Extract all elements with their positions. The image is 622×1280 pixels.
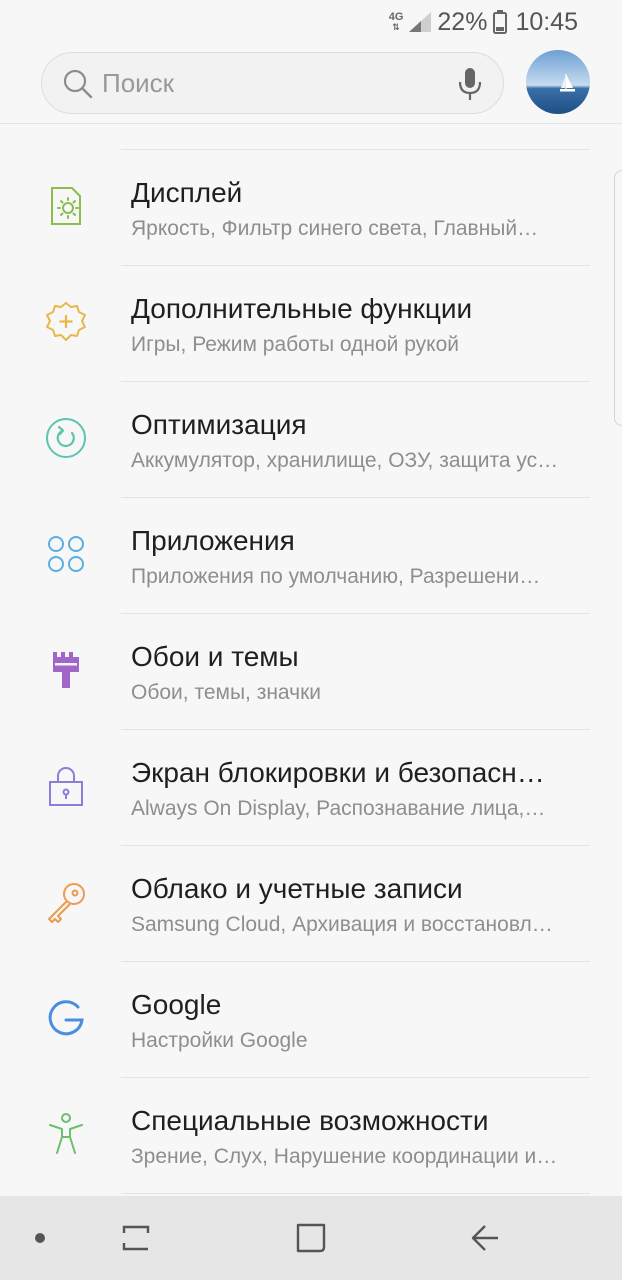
search-icon [63,69,93,99]
data-arrows-icon: ⇅ [392,22,400,32]
item-title: Оптимизация [131,409,307,440]
item-subtitle: Приложения по умолчанию, Разрешени… [131,565,541,588]
display-icon [51,187,81,225]
item-title: Дополнительные функции [131,293,473,324]
battery-icon [493,10,508,34]
gear-plus-icon [46,302,86,341]
recent-apps-button[interactable] [106,1196,166,1280]
item-subtitle: Samsung Cloud, Архивация и восстановл… [131,913,553,936]
divider [121,1193,590,1194]
clock: 10:45 [515,7,578,36]
navigation-bar [0,1196,622,1280]
item-subtitle: Обои, темы, значки [131,681,322,704]
settings-item-google[interactable]: Google Настройки Google [0,962,622,1078]
accessibility-icon [49,1113,83,1154]
optimization-icon [46,418,86,458]
settings-item-lock-screen[interactable]: Экран блокировки и безопасн… Always On D… [0,730,622,846]
settings-screen: 4G ⇅ 22% 10:45 Поиск Дисплей Яркость, Фи… [0,0,622,1280]
item-title: Специальные возможности [131,1105,489,1136]
item-subtitle: Игры, Режим работы одной рукой [131,333,460,356]
item-subtitle: Зрение, Слух, Нарушение координации и… [131,1145,558,1168]
settings-item-accessibility[interactable]: Специальные возможности Зрение, Слух, На… [0,1078,622,1194]
settings-item-apps[interactable]: Приложения Приложения по умолчанию, Разр… [0,498,622,614]
sailboat-avatar [526,50,590,114]
item-subtitle: Настройки Google [131,1029,308,1052]
nav-dot-button[interactable] [20,1196,60,1280]
mic-icon[interactable] [457,66,483,102]
settings-item-wallpapers-themes[interactable]: Обои и темы Обои, темы, значки [0,614,622,730]
settings-list: Дисплей Яркость, Фильтр синего света, Гл… [0,150,622,1194]
lock-icon [49,767,83,806]
network-indicator: 4G ⇅ [389,12,404,33]
home-icon [296,1223,326,1253]
item-title: Дисплей [131,177,243,208]
key-icon [48,883,85,923]
signal-icon [409,12,432,32]
item-subtitle: Always On Display, Распознавание лица,… [131,797,546,820]
settings-item-advanced-features[interactable]: Дополнительные функции Игры, Режим работ… [0,266,622,382]
back-button[interactable] [455,1196,515,1280]
item-subtitle: Яркость, Фильтр синего света, Главный… [131,217,539,240]
item-title: Google [131,989,222,1020]
home-button[interactable] [281,1196,341,1280]
settings-item-cloud-accounts[interactable]: Облако и учетные записи Samsung Cloud, А… [0,846,622,962]
back-icon [471,1225,498,1251]
item-subtitle: Аккумулятор, хранилище, ОЗУ, защита ус… [131,449,559,472]
settings-item-display[interactable]: Дисплей Яркость, Фильтр синего света, Гл… [0,150,622,266]
item-title: Экран блокировки и безопасн… [131,757,545,788]
recent-apps-icon [122,1225,150,1251]
item-title: Облако и учетные записи [131,873,463,904]
avatar[interactable] [526,50,590,114]
dot-icon [35,1233,45,1243]
status-bar: 4G ⇅ 22% 10:45 [0,0,622,44]
google-icon [48,1000,84,1036]
search-bar[interactable] [41,52,504,114]
battery-percentage: 22% [437,7,488,36]
search-header [0,44,622,124]
search-input[interactable] [102,63,432,103]
apps-icon [48,536,84,572]
item-title: Приложения [131,525,295,556]
settings-item-optimization[interactable]: Оптимизация Аккумулятор, хранилище, ОЗУ,… [0,382,622,498]
paint-brush-icon [53,652,79,688]
item-title: Обои и темы [131,641,299,672]
